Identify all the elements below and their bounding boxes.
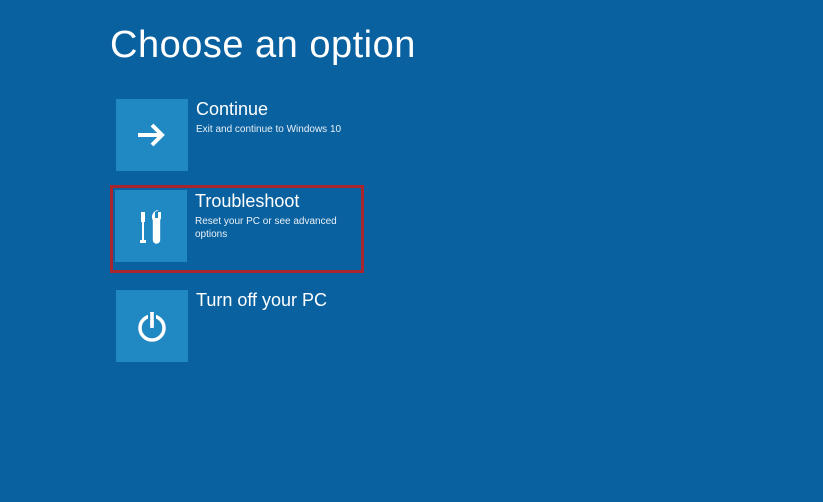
continue-subtitle: Exit and continue to Windows 10 bbox=[196, 123, 361, 136]
tools-icon bbox=[115, 190, 187, 262]
options-list: Continue Exit and continue to Windows 10 bbox=[110, 93, 713, 365]
turnoff-title: Turn off your PC bbox=[196, 290, 361, 312]
continue-title: Continue bbox=[196, 99, 361, 121]
troubleshoot-title: Troubleshoot bbox=[195, 191, 361, 213]
power-icon bbox=[116, 290, 188, 362]
continue-option[interactable]: Continue Exit and continue to Windows 10 bbox=[110, 93, 364, 174]
turnoff-option[interactable]: Turn off your PC bbox=[110, 284, 364, 365]
troubleshoot-text: Troubleshoot Reset your PC or see advanc… bbox=[187, 188, 361, 241]
troubleshoot-subtitle: Reset your PC or see advanced options bbox=[195, 215, 361, 241]
arrow-right-icon bbox=[116, 99, 188, 171]
turnoff-text: Turn off your PC bbox=[188, 287, 361, 314]
continue-text: Continue Exit and continue to Windows 10 bbox=[188, 96, 361, 136]
page-title: Choose an option bbox=[110, 24, 713, 67]
troubleshoot-option[interactable]: Troubleshoot Reset your PC or see advanc… bbox=[110, 185, 364, 273]
recovery-menu: Choose an option Continue Exit and conti… bbox=[0, 0, 823, 389]
